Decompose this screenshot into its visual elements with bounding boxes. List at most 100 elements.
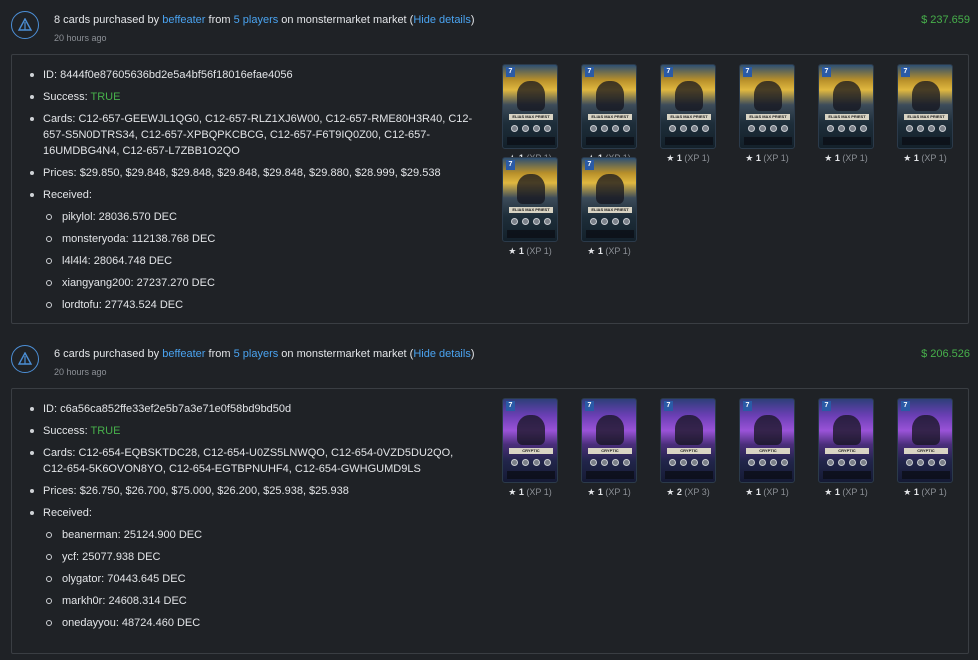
stat-icon <box>759 459 766 466</box>
card-image[interactable]: 7 ELIAS MAX PRIEST <box>581 64 637 149</box>
id-value: 8444f0e87605636bd2e5a4bf56f18016efae4056 <box>60 69 293 81</box>
card-image[interactable]: 7 ELIAS MAX PRIEST <box>739 64 795 149</box>
card-image[interactable]: 7 ELIAS MAX PRIEST <box>818 64 874 149</box>
card-name: ELIAS MAX PRIEST <box>509 114 553 120</box>
stat-icon <box>770 125 777 132</box>
card-level: 1 <box>597 487 603 497</box>
stat-icon <box>748 459 755 466</box>
card-xp: (XP 1) <box>842 487 868 497</box>
stat-icon <box>612 218 619 225</box>
players-link[interactable]: 5 players <box>234 348 279 360</box>
card-image[interactable]: 7 ELIAS MAX PRIEST <box>581 157 637 242</box>
card-name: CRYPTIC <box>588 448 632 454</box>
summary-count: 8 cards purchased by <box>54 14 160 26</box>
card-name: ELIAS MAX PRIEST <box>588 114 632 120</box>
received-item: xiangyang200: 27237.270 DEC <box>43 275 479 291</box>
received-item: lordtofu: 27743.524 DEC <box>43 297 479 313</box>
card-stats <box>511 125 551 133</box>
stat-icon <box>702 459 709 466</box>
stat-icon <box>601 218 608 225</box>
card-name: ELIAS MAX PRIEST <box>588 207 632 213</box>
prices-label: Prices: <box>43 485 77 497</box>
cards-value: C12-654-EQBSKTDC28, C12-654-U0ZS5LNWQO, … <box>43 447 454 475</box>
card-art <box>675 415 703 445</box>
card-art <box>596 81 624 111</box>
card-xp: (XP 1) <box>921 487 947 497</box>
card-image[interactable]: 7 ELIAS MAX PRIEST <box>660 64 716 149</box>
success-value: TRUE <box>90 425 121 437</box>
stat-icon <box>590 459 597 466</box>
card-level-label: ★ 1 (XP 1) <box>727 153 807 164</box>
card-stats <box>590 218 630 226</box>
summary-market: on monstermarket market ( <box>281 348 414 360</box>
detail-success: Success: TRUE <box>27 89 479 105</box>
stat-icon <box>590 218 597 225</box>
card-stats <box>827 125 867 133</box>
card-xp: (XP 1) <box>526 246 552 256</box>
card-name: ELIAS MAX PRIEST <box>667 114 711 120</box>
detail-received: Received: pikylol: 28036.570 DEC monster… <box>27 187 479 313</box>
received-item: ycf: 25077.938 DEC <box>43 549 479 565</box>
card-art <box>912 81 940 111</box>
stat-icon <box>770 459 777 466</box>
stat-icon <box>544 218 551 225</box>
detail-prices: Prices: $26.750, $26.700, $75.000, $26.2… <box>27 483 479 499</box>
card-level: 1 <box>755 153 761 163</box>
card-image[interactable]: 7 CRYPTIC <box>897 398 953 483</box>
card-stats <box>906 125 946 133</box>
card-level-label: ★ 1 (XP 1) <box>806 487 886 498</box>
stat-icon <box>781 125 788 132</box>
card-image[interactable]: 7 ELIAS MAX PRIEST <box>502 157 558 242</box>
card-stats <box>906 459 946 467</box>
card-image[interactable]: 7 CRYPTIC <box>739 398 795 483</box>
card-art <box>675 81 703 111</box>
stat-icon <box>511 125 518 132</box>
details-list: ID: 8444f0e87605636bd2e5a4bf56f18016efae… <box>27 67 479 319</box>
stat-icon <box>612 459 619 466</box>
detail-cards: Cards: C12-654-EQBSKTDC28, C12-654-U0ZS5… <box>27 445 479 477</box>
card-level-badge: 7 <box>901 401 910 411</box>
details-list: ID: c6a56ca852ffe33ef2e5b7a3e71e0f58bd9b… <box>27 401 479 637</box>
hide-details-link[interactable]: Hide details <box>413 348 470 360</box>
summary-close-paren: ) <box>470 348 475 360</box>
stat-icon <box>590 125 597 132</box>
card-level-label: ★ 1 (XP 1) <box>648 153 728 164</box>
hide-details-link[interactable]: Hide details <box>413 14 470 26</box>
card-level-label: ★ 1 (XP 1) <box>569 487 649 498</box>
card-image[interactable]: 7 CRYPTIC <box>660 398 716 483</box>
buyer-link[interactable]: beffeater <box>162 348 205 360</box>
players-link[interactable]: 5 players <box>234 14 279 26</box>
card-stats <box>748 125 788 133</box>
summary-market: on monstermarket market ( <box>281 14 414 26</box>
stat-icon <box>917 459 924 466</box>
card-image[interactable]: 7 ELIAS MAX PRIEST <box>502 64 558 149</box>
buyer-link[interactable]: beffeater <box>162 14 205 26</box>
card-level: 1 <box>676 153 682 163</box>
card-xp: (XP 1) <box>763 153 789 163</box>
transaction-amount: $ 237.659 <box>921 14 970 26</box>
stat-icon <box>860 125 867 132</box>
card-level-label: ★ 1 (XP 1) <box>569 246 649 257</box>
card-footer <box>902 471 950 479</box>
stat-icon <box>849 459 856 466</box>
card-xp: (XP 1) <box>605 246 631 256</box>
card-level: 1 <box>913 153 919 163</box>
card-name: CRYPTIC <box>746 448 790 454</box>
card-stats <box>748 459 788 467</box>
card-level: 1 <box>518 487 524 497</box>
card-name: ELIAS MAX PRIEST <box>904 114 948 120</box>
card-level: 1 <box>834 153 840 163</box>
card-image[interactable]: 7 ELIAS MAX PRIEST <box>897 64 953 149</box>
card-footer <box>586 137 634 145</box>
stat-icon <box>906 459 913 466</box>
card-xp: (XP 1) <box>842 153 868 163</box>
card-image[interactable]: 7 CRYPTIC <box>818 398 874 483</box>
stat-icon <box>781 459 788 466</box>
success-label: Success: <box>43 91 88 103</box>
card-image[interactable]: 7 CRYPTIC <box>581 398 637 483</box>
stat-icon <box>827 125 834 132</box>
card-art <box>833 81 861 111</box>
card-footer <box>902 137 950 145</box>
stat-icon <box>759 125 766 132</box>
card-image[interactable]: 7 CRYPTIC <box>502 398 558 483</box>
